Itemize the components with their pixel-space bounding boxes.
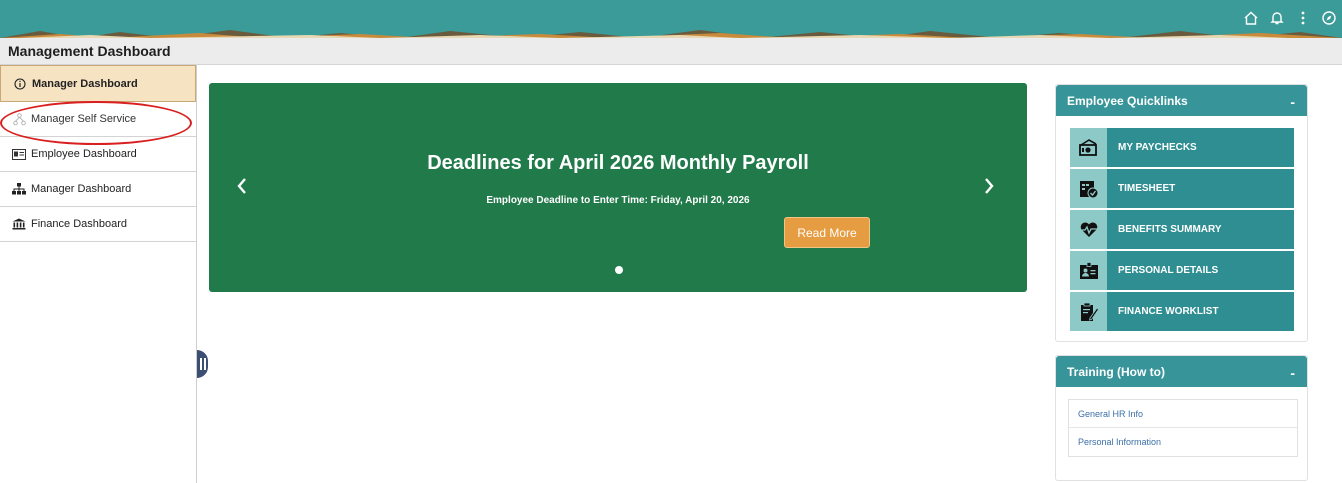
- top-banner: [0, 0, 1342, 38]
- panel-title: Employee Quicklinks: [1067, 93, 1188, 108]
- kebab-menu-icon[interactable]: [1290, 6, 1316, 30]
- info-circle-icon: [13, 77, 27, 91]
- quicklink-my-paychecks[interactable]: MY PAYCHECKS: [1070, 128, 1294, 167]
- employee-quicklinks-panel: Employee Quicklinks - MY PAYCHECKS TIMES…: [1055, 84, 1308, 342]
- quicklink-benefits-summary[interactable]: BENEFITS SUMMARY: [1070, 210, 1294, 249]
- heartbeat-icon: [1070, 210, 1107, 249]
- quicklink-personal-details[interactable]: PERSONAL DETAILS: [1070, 251, 1294, 290]
- sidebar-item-label: Manager Dashboard: [32, 77, 138, 90]
- carousel-subtext: Employee Deadline to Enter Time: Friday,…: [486, 195, 750, 206]
- decorative-banner-art: [0, 30, 1342, 38]
- sidebar-collapse-handle[interactable]: [197, 350, 208, 378]
- sidebar-item-manager-dashboard-active[interactable]: Manager Dashboard: [0, 65, 196, 102]
- sidebar-item-manager-dashboard[interactable]: Manager Dashboard: [0, 172, 196, 207]
- training-link-personal-information[interactable]: Personal Information: [1069, 428, 1297, 456]
- timesheet-icon: [1070, 169, 1107, 208]
- carousel-next-arrow-icon[interactable]: [978, 171, 1000, 201]
- training-links-list: General HR Info Personal Information: [1068, 399, 1298, 457]
- training-panel: Training (How to) - General HR Info Pers…: [1055, 355, 1308, 481]
- panel-title: Training (How to): [1067, 364, 1165, 379]
- title-bar: Management Dashboard: [0, 38, 1342, 65]
- announcement-carousel: Deadlines for April 2026 Monthly Payroll…: [209, 83, 1027, 292]
- sidebar-item-finance-dashboard[interactable]: Finance Dashboard: [0, 207, 196, 242]
- id-card-icon: [12, 147, 26, 161]
- collapse-button[interactable]: -: [1290, 365, 1295, 381]
- quicklink-label: BENEFITS SUMMARY: [1107, 210, 1294, 249]
- personal-details-icon: [1070, 251, 1107, 290]
- quicklink-timesheet[interactable]: TIMESHEET: [1070, 169, 1294, 208]
- hierarchy-icon: [12, 112, 26, 126]
- bell-icon[interactable]: [1264, 6, 1290, 30]
- home-icon[interactable]: [1238, 6, 1264, 30]
- compass-icon[interactable]: [1316, 6, 1342, 30]
- quicklinks-list: MY PAYCHECKS TIMESHEET BENEFITS SUMMARY …: [1070, 128, 1294, 333]
- org-chart-icon: [12, 182, 26, 196]
- sidebar-item-label: Manager Self Service: [31, 113, 137, 125]
- panel-header: Employee Quicklinks -: [1056, 85, 1307, 116]
- sidebar-item-label: Employee Dashboard: [31, 148, 137, 160]
- training-link-general-hr-info[interactable]: General HR Info: [1069, 400, 1297, 428]
- bank-icon: [12, 217, 26, 231]
- quicklink-label: PERSONAL DETAILS: [1107, 251, 1294, 290]
- collapse-button[interactable]: -: [1290, 94, 1295, 110]
- quicklink-finance-worklist[interactable]: FINANCE WORKLIST: [1070, 292, 1294, 331]
- clipboard-edit-icon: [1070, 292, 1107, 331]
- sidebar-item-label: Finance Dashboard: [31, 218, 128, 230]
- read-more-button[interactable]: Read More: [784, 217, 870, 248]
- quicklink-label: TIMESHEET: [1107, 169, 1294, 208]
- header-icon-group: [1238, 6, 1342, 30]
- carousel-indicator-dot[interactable]: [615, 266, 623, 274]
- sidebar-item-manager-self-service[interactable]: Manager Self Service: [0, 102, 196, 137]
- paycheck-icon: [1070, 128, 1107, 167]
- panel-header: Training (How to) -: [1056, 356, 1307, 387]
- sidebar-item-employee-dashboard[interactable]: Employee Dashboard: [0, 137, 196, 172]
- sidebar: Manager Dashboard Manager Self Service E…: [0, 65, 197, 483]
- quicklink-label: FINANCE WORKLIST: [1107, 292, 1294, 331]
- carousel-headline: Deadlines for April 2026 Monthly Payroll: [427, 152, 809, 174]
- page-title: Management Dashboard: [8, 43, 171, 59]
- sidebar-item-label: Manager Dashboard: [31, 183, 132, 195]
- page: Management Dashboard Manager Dashboard M…: [0, 0, 1342, 483]
- quicklink-label: MY PAYCHECKS: [1107, 128, 1294, 167]
